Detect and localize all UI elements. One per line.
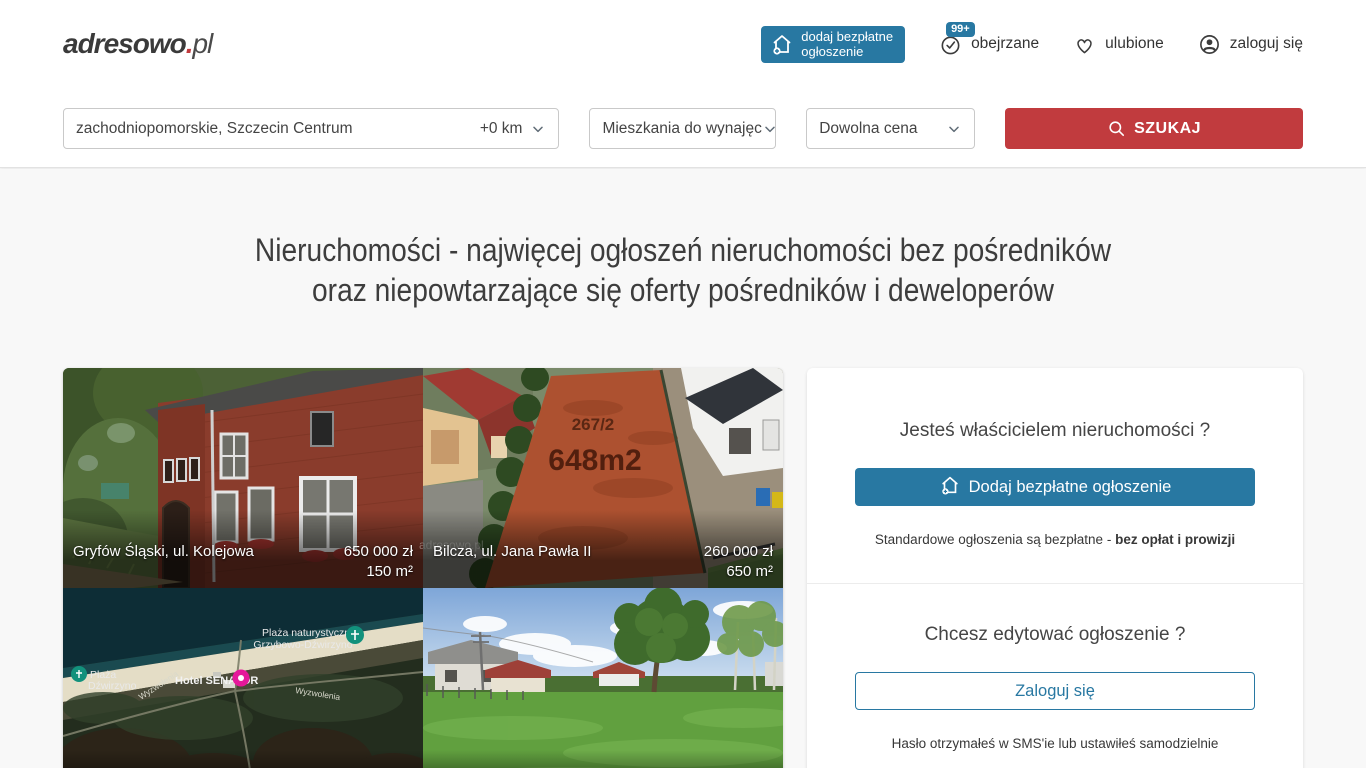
nav-item-login[interactable]: zaloguj się xyxy=(1198,33,1303,56)
chevron-down-icon xyxy=(530,121,546,137)
page-title: Nieruchomości - najwięcej ogłoszeń nieru… xyxy=(82,230,1284,310)
heart-icon xyxy=(1073,33,1096,56)
listing-price: 650 000 zł xyxy=(344,543,413,560)
login-button[interactable]: Zaloguj się xyxy=(855,672,1255,710)
nav-item-favorites[interactable]: ulubione xyxy=(1073,33,1164,56)
svg-text:Grzybowo-Dźwirzyno: Grzybowo-Dźwirzyno xyxy=(253,639,352,651)
house-plus-icon xyxy=(770,32,794,56)
listing-location: Gryfów Śląski, ul. Kolejowa xyxy=(73,542,254,562)
listing-price: 260 000 zł xyxy=(704,543,773,560)
owner-box-note: Standardowe ogłoszenia są bezpłatne - be… xyxy=(855,532,1255,547)
listing-card-4[interactable]: Grajce, ul. Bogienna 801 000 zł xyxy=(423,588,783,768)
owner-box: Jesteś właścicielem nieruchomości ? Doda… xyxy=(807,368,1303,583)
svg-text:Dźwirzyno: Dźwirzyno xyxy=(88,680,137,692)
listing-card-3[interactable]: Plaża naturystyczna Grzybowo-Dźwirzyno P… xyxy=(63,588,423,768)
adresowo-homepage: adresowo.pl dodaj bezpłatne ogłoszenie xyxy=(0,0,1366,768)
svg-text:267/2: 267/2 xyxy=(572,415,615,434)
nav-item-viewed[interactable]: 99+ obejrzane xyxy=(939,33,1039,56)
header-nav: dodaj bezpłatne ogłoszenie 99+ obejrzane xyxy=(761,26,1303,63)
search-button-label: SZUKAJ xyxy=(1134,120,1201,138)
sidebar: Jesteś właścicielem nieruchomości ? Doda… xyxy=(807,368,1303,768)
property-type-select[interactable]: Mieszkania do wynajęc xyxy=(589,108,776,149)
edit-box-note: Hasło otrzymałeś w SMS'ie lub ustawiłeś … xyxy=(855,736,1255,751)
svg-text:648m2: 648m2 xyxy=(548,444,641,477)
edit-box: Chcesz edytować ogłoszenie ? Zaloguj się… xyxy=(807,583,1303,768)
listing-photo-satellite-map: Plaża naturystyczna Grzybowo-Dźwirzyno P… xyxy=(63,588,423,768)
add-listing-button[interactable]: dodaj bezpłatne ogłoszenie xyxy=(761,26,905,63)
login-button-label: Zaloguj się xyxy=(1015,682,1095,701)
logo[interactable]: adresowo.pl xyxy=(63,28,212,60)
listing-caption: Grajce, ul. Bogienna 801 000 zł xyxy=(423,750,783,768)
location-value: zachodniopomorskie, Szczecin Centrum xyxy=(76,120,353,138)
search-button[interactable]: SZUKAJ xyxy=(1005,108,1303,149)
price-value: Dowolna cena xyxy=(819,120,917,138)
search-bar: zachodniopomorskie, Szczecin Centrum +0 … xyxy=(0,88,1366,168)
listing-area: 650 m² xyxy=(726,563,773,580)
listing-caption: Dźwirzyno, ul. Wyzwolenia zapytaj xyxy=(63,750,423,768)
sidebar-add-listing-label: Dodaj bezpłatne ogłoszenie xyxy=(969,478,1172,497)
radius-value: +0 km xyxy=(480,120,523,138)
owner-box-title: Jesteś właścicielem nieruchomości ? xyxy=(855,420,1255,442)
search-icon xyxy=(1107,119,1126,138)
logo-main: adresowo xyxy=(63,28,186,59)
viewed-label: obejrzane xyxy=(971,35,1039,53)
listing-location: Bilcza, ul. Jana Pawła II xyxy=(433,542,591,562)
user-icon xyxy=(1198,33,1221,56)
price-select[interactable]: Dowolna cena xyxy=(806,108,975,149)
check-circle-icon: 99+ xyxy=(939,33,962,56)
sidebar-add-listing-button[interactable]: Dodaj bezpłatne ogłoszenie xyxy=(855,468,1255,506)
viewed-count-badge: 99+ xyxy=(946,22,975,37)
listing-card-1[interactable]: Gryfów Śląski, ul. Kolejowa 650 000 zł 1… xyxy=(63,368,423,588)
favorites-label: ulubione xyxy=(1105,35,1164,53)
listing-caption: Bilcza, ul. Jana Pawła II 260 000 zł 650… xyxy=(423,510,783,588)
svg-text:Plaża naturystyczna: Plaża naturystyczna xyxy=(262,627,356,639)
listing-area: 150 m² xyxy=(366,563,413,580)
login-label: zaloguj się xyxy=(1230,35,1303,53)
listing-grid: Gryfów Śląski, ul. Kolejowa 650 000 zł 1… xyxy=(63,368,783,768)
listing-photo-meadow xyxy=(423,588,783,768)
listing-card-2[interactable]: 267/2 648m2 adresowo.pl Bilcza, ul. Jana xyxy=(423,368,783,588)
header: adresowo.pl dodaj bezpłatne ogłoszenie xyxy=(0,0,1366,88)
chevron-down-icon xyxy=(946,121,962,137)
listing-caption: Gryfów Śląski, ul. Kolejowa 650 000 zł 1… xyxy=(63,510,423,588)
location-select[interactable]: zachodniopomorskie, Szczecin Centrum +0 … xyxy=(63,108,559,149)
property-type-value: Mieszkania do wynajęc xyxy=(602,120,761,138)
chevron-down-icon xyxy=(762,121,776,137)
logo-tld: pl xyxy=(192,28,212,59)
main-content: Nieruchomości - najwięcej ogłoszeń nieru… xyxy=(0,169,1366,768)
house-plus-icon xyxy=(939,474,961,501)
edit-box-title: Chcesz edytować ogłoszenie ? xyxy=(855,624,1255,646)
add-listing-label: dodaj bezpłatne ogłoszenie xyxy=(801,29,893,59)
